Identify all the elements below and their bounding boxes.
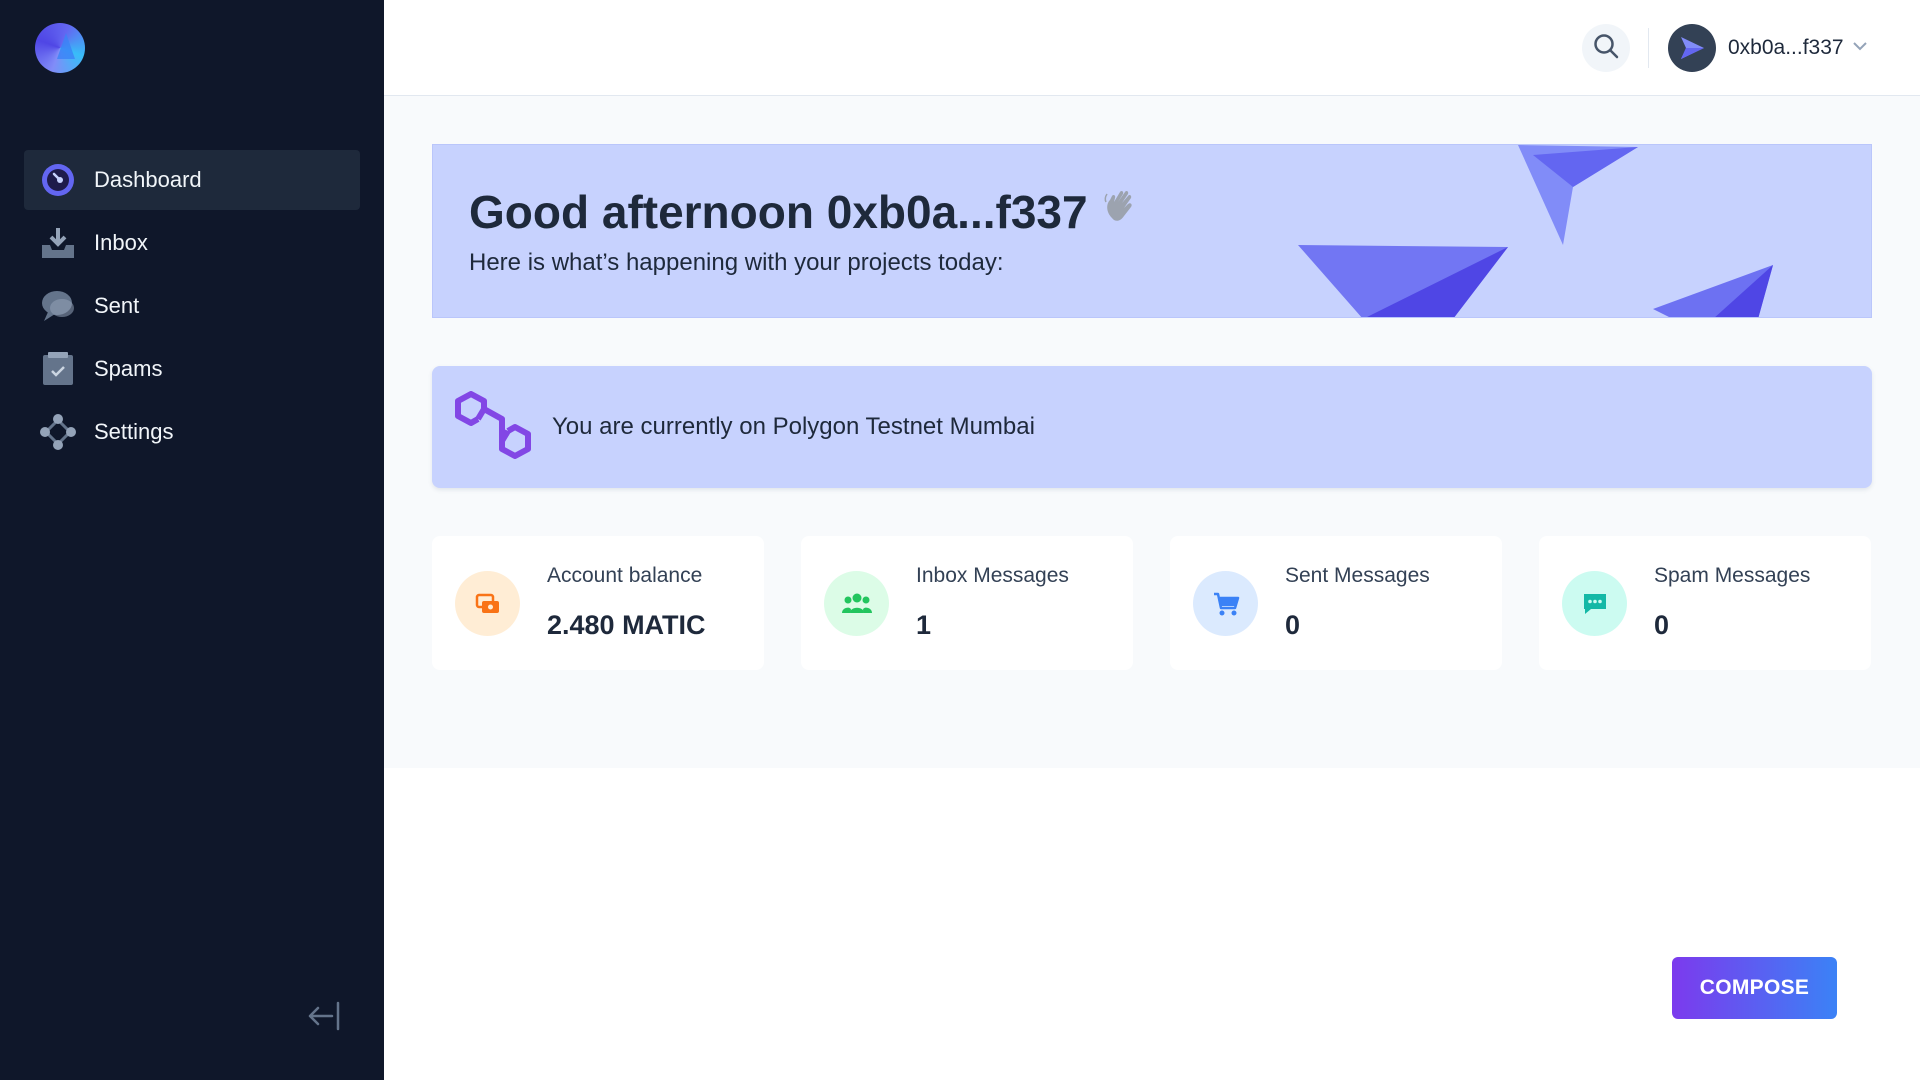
- sidebar-item-inbox[interactable]: Inbox: [24, 213, 360, 273]
- collapse-sidebar-button[interactable]: [304, 998, 344, 1038]
- welcome-banner: Good afternoon 0xb0a...f337 Here is what…: [432, 144, 1872, 318]
- chat-bubble-icon: [40, 288, 76, 324]
- user-menu[interactable]: 0xb0a...f337: [1668, 23, 1868, 73]
- sidebar: Dashboard Inbox Sent Spams Settings: [0, 0, 384, 1080]
- header-divider: [1648, 28, 1649, 68]
- network-status-text: You are currently on Polygon Testnet Mum…: [552, 413, 1035, 440]
- message-icon: [1562, 571, 1627, 636]
- top-header: 0xb0a...f337: [384, 0, 1920, 96]
- chevron-down-icon: [1852, 38, 1868, 59]
- arrow-left-bar-icon: [306, 998, 342, 1039]
- sidebar-item-label: Sent: [94, 293, 140, 318]
- stat-value: 2.480 MATIC: [547, 610, 706, 640]
- avatar: [1668, 24, 1716, 72]
- search-icon: [1592, 32, 1620, 65]
- compose-button[interactable]: COMPOSE: [1672, 957, 1837, 1019]
- welcome-title-text: Good afternoon 0xb0a...f337: [469, 186, 1088, 238]
- inbox-icon: [40, 225, 76, 261]
- sidebar-item-label: Inbox: [94, 230, 148, 255]
- clipboard-check-icon: [40, 351, 76, 387]
- sidebar-item-label: Settings: [94, 419, 174, 444]
- stat-value: 1: [916, 610, 932, 640]
- polygon-icon: [454, 390, 532, 464]
- sidebar-item-sent[interactable]: Sent: [24, 276, 360, 336]
- stat-card-spam: Spam Messages 0: [1539, 536, 1871, 670]
- stat-card-sent: Sent Messages 0: [1170, 536, 1502, 670]
- stat-card-inbox: Inbox Messages 1: [801, 536, 1133, 670]
- network-banner: You are currently on Polygon Testnet Mum…: [432, 366, 1872, 488]
- app-logo-icon[interactable]: [35, 23, 85, 73]
- stat-label: Account balance: [547, 564, 703, 587]
- welcome-subtitle: Here is what’s happening with your proje…: [469, 249, 1004, 276]
- stat-card-balance: Account balance 2.480 MATIC: [432, 536, 764, 670]
- sidebar-item-spams[interactable]: Spams: [24, 339, 360, 399]
- waving-hand-icon: [1102, 185, 1140, 239]
- user-address: 0xb0a...f337: [1728, 36, 1844, 59]
- sidebar-item-label: Spams: [94, 356, 163, 381]
- paper-plane-icon: [1681, 37, 1704, 59]
- stats-row: Account balance 2.480 MATIC Inbox Messag…: [432, 536, 1872, 670]
- sidebar-nav: Dashboard Inbox Sent Spams Settings: [24, 150, 360, 465]
- settings-nodes-icon: [40, 414, 76, 450]
- dashboard-icon: [40, 162, 76, 198]
- main-content: Good afternoon 0xb0a...f337 Here is what…: [384, 96, 1920, 768]
- search-button[interactable]: [1582, 24, 1630, 72]
- stat-value: 0: [1285, 610, 1301, 640]
- sidebar-item-label: Dashboard: [94, 167, 202, 192]
- users-icon: [824, 571, 889, 636]
- cart-icon: [1193, 571, 1258, 636]
- sidebar-item-settings[interactable]: Settings: [24, 402, 360, 462]
- sidebar-item-dashboard[interactable]: Dashboard: [24, 150, 360, 210]
- wallet-icon: [455, 571, 520, 636]
- welcome-title: Good afternoon 0xb0a...f337: [469, 185, 1140, 239]
- stat-value: 0: [1654, 610, 1670, 640]
- stat-label: Sent Messages: [1285, 564, 1430, 587]
- stat-label: Inbox Messages: [916, 564, 1069, 587]
- stat-label: Spam Messages: [1654, 564, 1811, 587]
